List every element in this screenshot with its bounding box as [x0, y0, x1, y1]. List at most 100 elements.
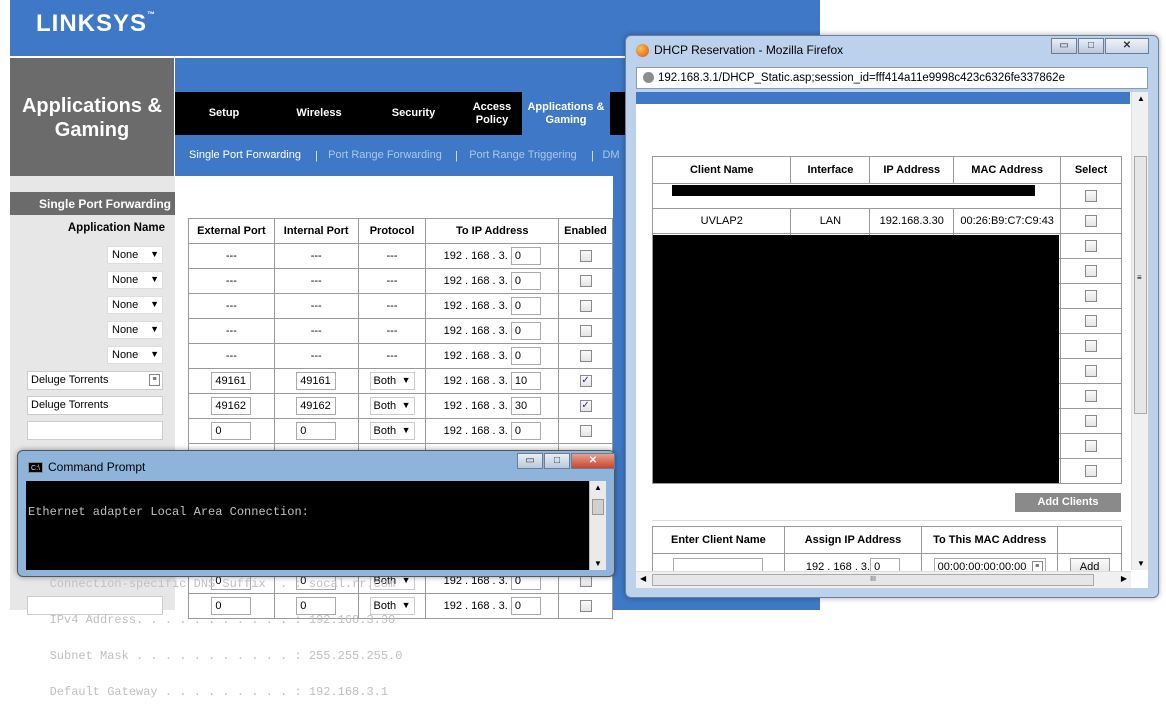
protocol-select[interactable]: Both ▼	[369, 397, 415, 415]
select-checkbox[interactable]	[1085, 240, 1098, 253]
tab-security[interactable]: Security	[365, 92, 462, 135]
add-clients-button[interactable]: Add Clients	[1015, 493, 1121, 512]
internal-port-input[interactable]: 49161	[296, 372, 337, 390]
vertical-scrollbar[interactable]: ▲ ≡ ▼	[1131, 92, 1148, 570]
protocol: ---	[357, 293, 427, 319]
enabled-checkbox[interactable]	[579, 275, 592, 288]
scroll-down-icon[interactable]: ▼	[594, 559, 602, 568]
terminal-output[interactable]: Ethernet adapter Local Area Connection: …	[26, 481, 606, 698]
tab-wireless[interactable]: Wireless	[273, 92, 365, 135]
app-select[interactable]: None ▼	[107, 321, 163, 339]
terminal-line: Subnet Mask . . . . . . . . . . . : 255.…	[28, 649, 403, 663]
ip-last-octet-input[interactable]: 0	[510, 297, 541, 315]
app-select-value: None	[112, 349, 139, 361]
scroll-up-icon[interactable]: ▲	[594, 483, 602, 492]
column-header: To This MAC Address	[921, 526, 1059, 554]
scroll-down-icon[interactable]: ▼	[1137, 559, 1145, 568]
select-checkbox[interactable]	[1085, 290, 1098, 303]
select-checkbox[interactable]	[1085, 315, 1098, 328]
select-cell	[1060, 308, 1122, 334]
scroll-thumb[interactable]	[592, 499, 604, 515]
select-checkbox[interactable]	[1085, 390, 1098, 403]
ip-last-octet-input[interactable]: 0	[510, 272, 541, 290]
scroll-up-icon[interactable]: ▲	[1137, 94, 1145, 103]
maximize-icon[interactable]: □	[1078, 38, 1104, 54]
app-select[interactable]: None ▼	[107, 346, 163, 364]
protocol: ---	[357, 268, 427, 294]
subtab-port-range-triggering[interactable]: Port Range Triggering	[455, 149, 591, 162]
enabled-checkbox-checked[interactable]: ✓	[579, 400, 592, 413]
select-checkbox[interactable]	[1085, 215, 1098, 228]
close-icon[interactable]: ✕	[571, 453, 615, 469]
scroll-right-icon[interactable]: ▶	[1121, 574, 1127, 583]
scroll-thumb[interactable]: III	[652, 574, 1094, 586]
select-checkbox[interactable]	[1085, 265, 1098, 278]
ip-last-octet-input[interactable]: 30	[510, 397, 541, 415]
protocol-select[interactable]: Both ▼	[369, 422, 415, 440]
external-port-input[interactable]: 49162	[211, 397, 252, 415]
enabled-checkbox[interactable]	[579, 300, 592, 313]
select-checkbox[interactable]	[1085, 365, 1098, 378]
horizontal-scrollbar[interactable]: ◀ III ▶	[636, 571, 1131, 588]
app-name-input[interactable]	[27, 421, 163, 440]
app-name-input[interactable]: Deluge Torrents	[27, 396, 163, 415]
terminal-line: Ethernet adapter Local Area Connection:	[28, 505, 309, 519]
internal-port-input[interactable]: 0	[296, 422, 337, 440]
internal-port-cell: 0	[273, 418, 359, 444]
select-checkbox[interactable]	[1085, 465, 1098, 478]
section-title-line1: Applications &	[21, 95, 162, 117]
select-cell	[1060, 208, 1122, 234]
address-bar[interactable]: 192.168.3.1/DHCP_Static.asp;session_id=f…	[636, 67, 1148, 89]
ip-last-octet-input[interactable]: 0	[510, 347, 541, 365]
vertical-scrollbar[interactable]: ▲ ▼	[589, 481, 606, 570]
subtab-single-port-forwarding[interactable]: Single Port Forwarding	[175, 149, 315, 162]
select-checkbox[interactable]	[1085, 190, 1098, 203]
enabled-checkbox[interactable]	[579, 425, 592, 438]
tab-setup[interactable]: Setup	[175, 92, 273, 135]
to-ip-cell: 192 . 168 . 3. 0	[425, 343, 560, 369]
chevron-down-icon: ▼	[150, 324, 159, 334]
external-port-input[interactable]: 49161	[211, 372, 252, 390]
ip-last-octet-input[interactable]: 0	[510, 322, 541, 340]
enabled-checkbox[interactable]	[579, 325, 592, 338]
minimize-icon[interactable]: ▭	[517, 453, 543, 469]
enabled-checkbox[interactable]	[579, 250, 592, 263]
table-row: --- --- --- 192 . 168 . 3. 0	[188, 243, 613, 269]
select-cell	[1060, 258, 1122, 284]
client-interface: LAN	[790, 208, 871, 234]
subtab-port-range-forwarding[interactable]: Port Range Forwarding	[315, 149, 455, 162]
app-select[interactable]: None ▼	[107, 296, 163, 314]
enabled-checkbox[interactable]	[579, 350, 592, 363]
close-icon[interactable]: ✕	[1105, 38, 1149, 54]
enabled-checkbox-checked[interactable]: ✓	[579, 375, 592, 388]
column-header	[1057, 526, 1122, 554]
minimize-icon[interactable]: ▭	[1051, 38, 1077, 54]
scroll-thumb[interactable]: ≡	[1134, 156, 1147, 414]
select-checkbox[interactable]	[1085, 415, 1098, 428]
tab-applications-gaming[interactable]: Applications & Gaming	[522, 92, 610, 135]
select-cell	[1060, 283, 1122, 309]
field-list-icon[interactable]: ≡	[149, 374, 160, 386]
chevron-down-icon: ▼	[150, 299, 159, 309]
firefox-window[interactable]: DHCP Reservation - Mozilla Firefox ▭ □ ✕…	[625, 35, 1159, 598]
column-header: Enter Client Name	[652, 526, 785, 554]
internal-port-input[interactable]: 49162	[296, 397, 337, 415]
protocol-select[interactable]: Both ▼	[369, 372, 415, 390]
select-checkbox[interactable]	[1085, 440, 1098, 453]
window-title-text: DHCP Reservation - Mozilla Firefox	[654, 43, 844, 57]
app-select[interactable]: None ▼	[107, 246, 163, 264]
ip-last-octet-input[interactable]: 0	[510, 247, 541, 265]
ip-prefix: 192 . 168 . 3.	[443, 324, 508, 337]
maximize-icon[interactable]: □	[544, 453, 570, 469]
app-select[interactable]: None ▼	[107, 271, 163, 289]
ip-last-octet-input[interactable]: 0	[510, 422, 541, 440]
select-cell	[1060, 233, 1122, 259]
select-checkbox[interactable]	[1085, 340, 1098, 353]
to-ip-cell: 192 . 168 . 3. 0	[425, 268, 560, 294]
scroll-left-icon[interactable]: ◀	[640, 574, 646, 583]
app-name-input[interactable]: Deluge Torrents ≡	[27, 371, 163, 390]
external-port-input[interactable]: 0	[211, 422, 252, 440]
command-prompt-window[interactable]: C:\ Command Prompt ▭ □ ✕ Ethernet adapter…	[17, 450, 615, 698]
ip-last-octet-input[interactable]: 10	[510, 372, 541, 390]
tab-access-policy[interactable]: Access Policy	[462, 92, 522, 135]
